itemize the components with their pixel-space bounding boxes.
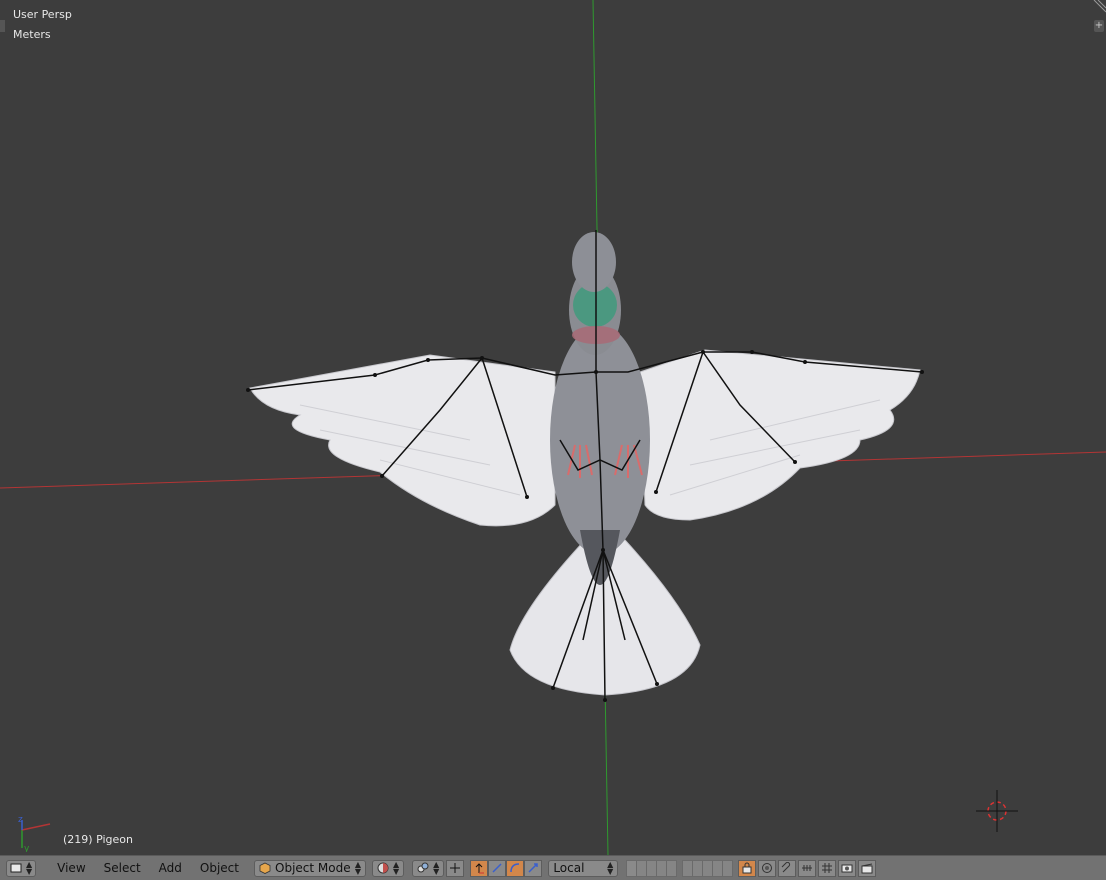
gizmo-y-label: y — [24, 844, 30, 852]
menu-object[interactable]: Object — [191, 861, 248, 875]
layer-buttons-right[interactable] — [682, 859, 734, 877]
rotate-manipulator-button[interactable] — [488, 859, 507, 877]
region-toggle-left[interactable] — [0, 20, 5, 32]
rotate-arc-button[interactable] — [506, 859, 525, 877]
chevron-updown-icon: ▲ ▼ — [393, 860, 400, 876]
layer-buttons-left[interactable] — [626, 859, 678, 877]
chevron-updown-icon: ▲ ▼ — [433, 860, 440, 876]
manipulator-icon — [450, 863, 461, 873]
lock-layers-button[interactable] — [738, 859, 757, 877]
manipulator-toggle-button[interactable] — [446, 859, 465, 877]
cube-view-icon — [10, 863, 22, 873]
viewport-header: ▲ ▼ View Select Add Object Object Mode ▲ ▼… — [0, 855, 1106, 880]
mode-label: Object Mode — [275, 861, 351, 875]
pivot-select[interactable]: ▲ ▼ — [412, 859, 445, 877]
orientation-label: Local — [553, 861, 585, 875]
object-cube-icon — [259, 862, 271, 874]
editor-type-button[interactable]: ▲ ▼ — [6, 859, 37, 877]
region-toggle-plus[interactable]: + — [1094, 20, 1104, 32]
right-wing — [639, 349, 921, 521]
snap-element-button[interactable] — [798, 859, 817, 877]
menu-select[interactable]: Select — [95, 861, 150, 875]
area-split-handle[interactable] — [1092, 0, 1106, 14]
chevron-updown-icon: ▲ ▼ — [26, 860, 33, 876]
pivot-icon — [417, 862, 429, 873]
render-region-button[interactable] — [818, 859, 837, 877]
chevron-updown-icon: ▲ ▼ — [607, 860, 614, 876]
rotate-arrow-icon — [492, 863, 502, 873]
translate-manipulator-button[interactable] — [470, 859, 489, 877]
3d-cursor-icon — [976, 790, 1018, 832]
orientation-select[interactable]: Local ▲ ▼ — [548, 859, 619, 877]
object-info-label: (219) Pigeon — [63, 833, 133, 846]
axis-gizmo-icon: z y — [18, 815, 51, 852]
shading-select[interactable]: ▲ ▼ — [372, 859, 405, 877]
translate-arrow-icon — [475, 863, 485, 874]
chevron-updown-icon: ▲ ▼ — [354, 860, 361, 876]
circle-icon — [762, 863, 773, 873]
menu-view[interactable]: View — [48, 861, 94, 875]
rotate-arc-icon — [510, 863, 520, 873]
body — [550, 325, 650, 555]
head — [572, 232, 616, 292]
layer-button[interactable] — [722, 859, 734, 877]
3d-viewport[interactable]: + User Persp Meters z y (219) Pigeon — [0, 0, 1106, 855]
shading-sphere-icon — [377, 862, 389, 874]
magnet-icon — [781, 862, 791, 873]
gizmo-z-label: z — [18, 815, 23, 825]
snap-increment-icon — [802, 865, 813, 871]
lock-icon — [742, 862, 752, 874]
scale-manipulator-button[interactable] — [524, 859, 543, 877]
layer-button[interactable] — [666, 859, 678, 877]
clapperboard-icon — [861, 863, 873, 874]
view-name-label: User Persp — [13, 8, 72, 21]
scale-arrow-icon — [528, 863, 539, 873]
pigeon-model — [246, 230, 924, 702]
units-label: Meters — [13, 28, 51, 41]
menu-add[interactable]: Add — [150, 861, 191, 875]
snap-toggle-button[interactable] — [778, 859, 797, 877]
scene-canvas[interactable] — [0, 0, 1106, 855]
opengl-render-button[interactable] — [838, 859, 857, 877]
proportional-edit-button[interactable] — [758, 859, 777, 877]
opengl-animation-button[interactable] — [858, 859, 877, 877]
mode-select[interactable]: Object Mode ▲ ▼ — [254, 859, 366, 877]
camera-icon — [841, 864, 853, 873]
grid-icon — [822, 863, 833, 873]
